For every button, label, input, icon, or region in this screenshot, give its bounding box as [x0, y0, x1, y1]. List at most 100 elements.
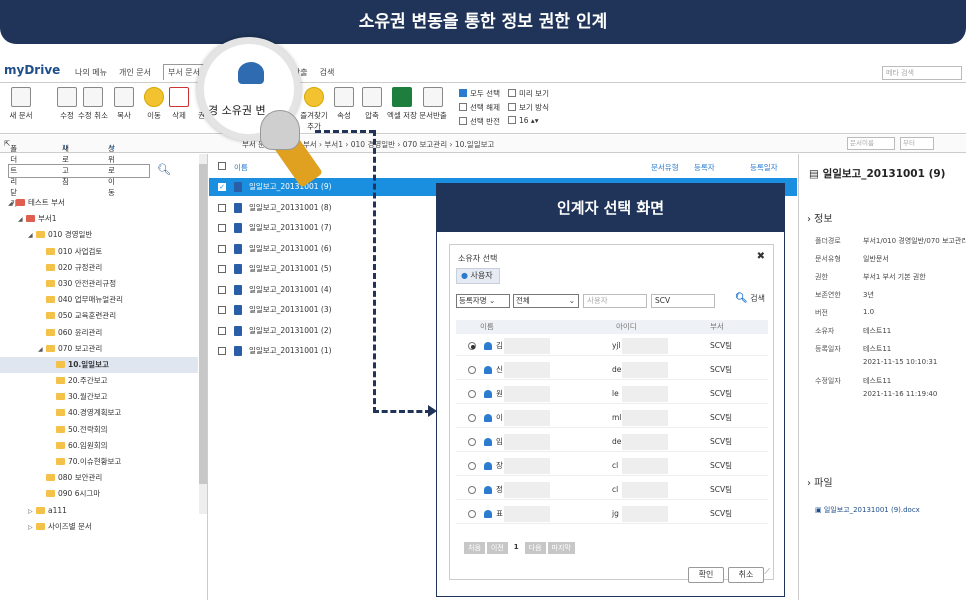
page-current[interactable]: 1 — [509, 542, 523, 554]
select-all-checkbox[interactable]: 모두 선택 — [459, 88, 500, 99]
attached-file-link[interactable]: ▣ 일일보고_20131001 (9).docx — [815, 505, 920, 515]
view-mode-toggle[interactable]: 보기 방식 — [508, 102, 549, 113]
cancel-button[interactable]: 취소 — [728, 567, 764, 583]
tree-node[interactable]: ▷ 사이즈별 문서 — [0, 519, 198, 535]
page-prev[interactable]: 이전 — [486, 542, 508, 554]
user-radio[interactable] — [468, 486, 476, 494]
select-all-rows-checkbox[interactable] — [218, 162, 226, 170]
tree-node[interactable]: 050 교육훈련관리 — [0, 308, 198, 324]
user-radio[interactable] — [468, 366, 476, 374]
row-checkbox[interactable] — [218, 347, 226, 355]
tree-node[interactable]: 30.월간보고 — [0, 389, 198, 405]
page-first[interactable]: 처음 — [464, 542, 485, 554]
filter-scope-select[interactable]: 전체 ⌄ — [513, 294, 579, 308]
sort-order-select[interactable]: 부터 — [900, 137, 934, 150]
tree-node[interactable]: 10.일일보고 — [0, 356, 198, 374]
row-checkbox[interactable]: ✓ — [218, 183, 226, 191]
tree-search-input[interactable] — [8, 164, 150, 178]
resize-grip-icon[interactable]: ⟋ — [764, 567, 770, 577]
deselect-checkbox[interactable]: 선택 해제 — [459, 102, 500, 113]
tree-node[interactable]: 090 6시그마 — [0, 486, 198, 502]
tree-node[interactable]: ◢ 070 보고관리 — [0, 341, 198, 357]
row-checkbox[interactable] — [218, 203, 226, 212]
table-row[interactable]: 표 jg SCV팀 — [456, 504, 768, 524]
user-radio[interactable] — [468, 342, 476, 350]
table-row[interactable]: 원 le SCV팀 — [456, 384, 768, 404]
preview-toggle[interactable]: 미리 보기 — [508, 88, 549, 99]
tree-node[interactable]: ▷ a111 — [0, 503, 198, 519]
tree-node[interactable]: 60.임원회의 — [0, 438, 198, 454]
sort-field-select[interactable]: 문서이름 — [847, 137, 895, 150]
col-owner[interactable]: 등록자 — [694, 162, 715, 173]
tab-users[interactable]: ● 사용자 — [456, 268, 500, 284]
tree-node[interactable]: ◢ 010 경영일반 — [0, 227, 198, 243]
user-radio[interactable] — [468, 510, 476, 518]
meta-search-input[interactable]: 메타 검색 — [882, 66, 962, 80]
tree-node[interactable]: ◢ 테스트 부서 — [0, 195, 198, 211]
filter-field-select[interactable]: 등록자명 ⌄ — [456, 294, 510, 308]
row-checkbox[interactable] — [218, 306, 226, 314]
search-icon[interactable]: 🔍︎ — [157, 163, 171, 176]
page-last[interactable]: 마지막 — [547, 542, 575, 554]
tree-node[interactable]: 20.주간보고 — [0, 373, 198, 389]
user-radio[interactable] — [468, 414, 476, 422]
collapse-tree-button[interactable]: ⇱ 폴더트리닫기 — [4, 139, 17, 208]
row-checkbox[interactable] — [218, 326, 226, 335]
row-checkbox[interactable] — [218, 224, 226, 232]
user-radio[interactable] — [468, 462, 476, 470]
menu-item[interactable]: 나의 메뉴 — [75, 67, 107, 80]
tree-toggle-icon[interactable]: ◢ — [38, 342, 46, 358]
page-next[interactable]: 다음 — [524, 542, 546, 554]
table-row[interactable]: 장 cl SCV팀 — [456, 456, 768, 476]
table-row[interactable]: 이 ml SCV팀 — [456, 408, 768, 428]
user-radio[interactable] — [468, 438, 476, 446]
col-type[interactable]: 문서유형 — [651, 162, 679, 173]
tree-toggle-icon[interactable]: ◢ — [28, 228, 36, 244]
tree-toggle-icon[interactable]: ▷ — [28, 504, 36, 520]
menu-item[interactable]: 검색 — [320, 67, 335, 80]
tree-node[interactable]: 040 업무매뉴얼관리 — [0, 292, 198, 308]
ribbon-button[interactable]: 문서반출 — [416, 87, 450, 121]
search-button[interactable]: 🔍︎ 검색 — [735, 293, 765, 304]
query-input[interactable]: SCV — [651, 294, 715, 308]
table-row[interactable]: 정 cl SCV팀 — [456, 480, 768, 500]
ribbon-button[interactable]: 압축 — [355, 87, 389, 121]
user-radio[interactable] — [468, 390, 476, 398]
ribbon-button[interactable]: 새 문서 — [4, 87, 38, 121]
ribbon-button[interactable]: 삭제 — [162, 87, 196, 121]
info-section-header[interactable]: › 정보 — [807, 210, 833, 225]
ribbon-button[interactable]: 엑셀 저장 — [385, 87, 419, 121]
row-checkbox[interactable] — [218, 265, 226, 273]
row-checkbox[interactable] — [218, 244, 226, 253]
file-section-header[interactable]: › 파일 — [807, 474, 833, 489]
tree-node[interactable]: 40.경영계획보고 — [0, 405, 198, 421]
tree-node[interactable]: 060 윤리관리 — [0, 325, 198, 341]
tree-toggle-icon[interactable]: ◢ — [8, 196, 16, 212]
folder-icon — [46, 263, 55, 271]
tree-node[interactable]: ◢ 부서1 — [0, 211, 198, 227]
table-row[interactable]: 신 de SCV팀 — [456, 360, 768, 380]
close-icon[interactable]: ✖ — [757, 251, 765, 262]
col-name[interactable]: 이름 — [234, 162, 248, 173]
invert-selection-checkbox[interactable]: 선택 반전 — [459, 116, 500, 127]
confirm-button[interactable]: 확인 — [688, 567, 724, 583]
tree-node[interactable]: 010 사업검토 — [0, 244, 198, 260]
tree-toggle-icon[interactable]: ▷ — [28, 520, 36, 536]
user-input[interactable]: 사용자 — [583, 294, 647, 308]
row-checkbox[interactable] — [218, 285, 226, 294]
tree-node[interactable]: 70.이슈현황보고 — [0, 454, 198, 470]
tree-node[interactable]: 080 보안관리 — [0, 470, 198, 486]
table-row[interactable]: 임 de SCV팀 — [456, 432, 768, 452]
col-date[interactable]: 등록일자 — [750, 162, 778, 173]
ribbon-button[interactable]: 수정 취소 — [76, 87, 110, 121]
tree-node[interactable]: 030 안전관리규정 — [0, 276, 198, 292]
menu-item[interactable]: 개인 문서 — [119, 67, 151, 80]
table-row[interactable]: 김 yjl SCV팀 — [456, 336, 768, 356]
tree-toggle-icon[interactable]: ◢ — [18, 212, 26, 228]
tree-scrollbar[interactable] — [199, 154, 207, 514]
tree-node[interactable]: 020 규정관리 — [0, 260, 198, 276]
page-size-stepper[interactable]: 16 ▴▾ — [508, 116, 538, 125]
ribbon-button[interactable]: 즐겨찾기 추가 — [297, 87, 331, 132]
ribbon-button[interactable]: 복사 — [107, 87, 141, 121]
tree-node[interactable]: 50.전략회의 — [0, 422, 198, 438]
